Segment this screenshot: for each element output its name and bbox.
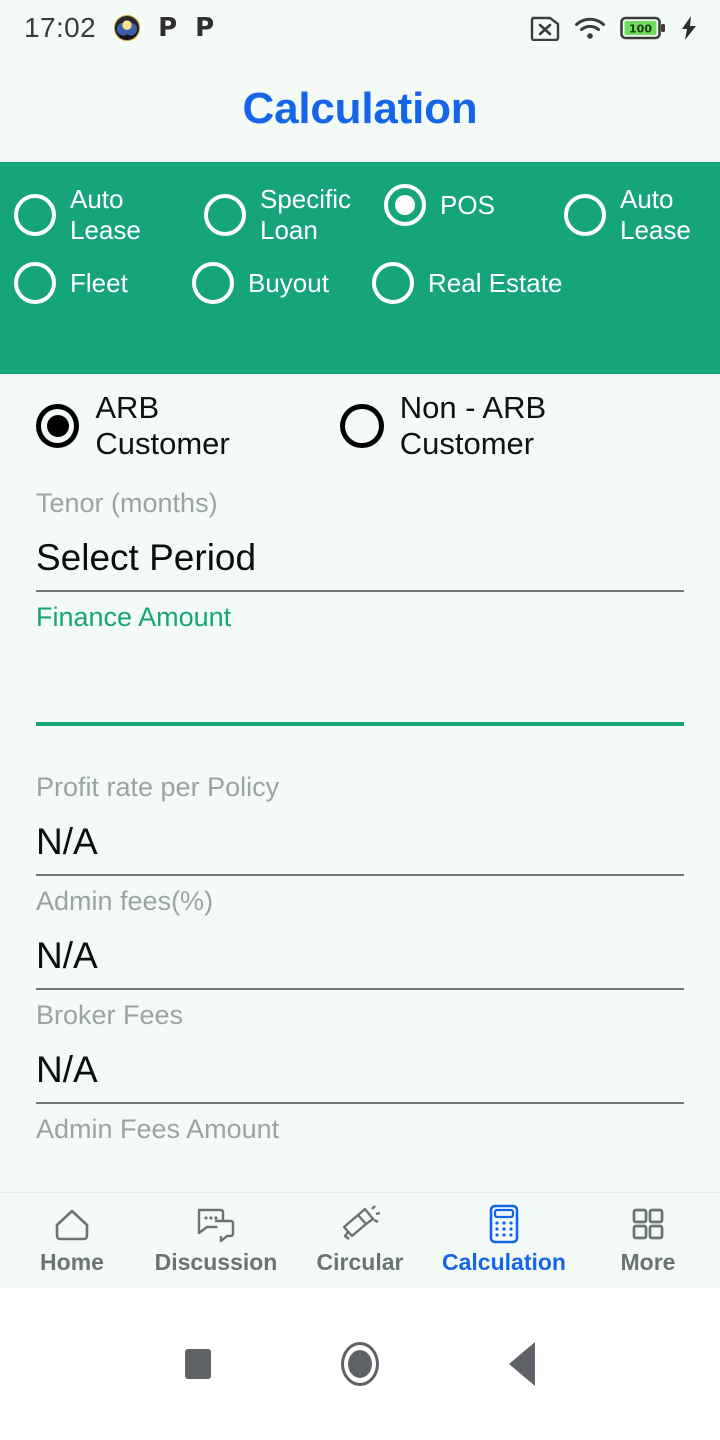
chat-bubbles-icon bbox=[195, 1205, 237, 1243]
back-triangle-icon[interactable] bbox=[509, 1342, 535, 1386]
calculator-icon bbox=[485, 1204, 523, 1244]
home-icon bbox=[52, 1205, 92, 1243]
customer-type-group: ARB Customer Non - ARB Customer bbox=[36, 374, 684, 478]
recents-square-icon[interactable] bbox=[185, 1349, 211, 1379]
radio-icon[interactable] bbox=[192, 262, 234, 304]
product-option-label: Real Estate bbox=[428, 267, 563, 298]
field-label: Admin fees(%) bbox=[36, 886, 214, 916]
radio-icon[interactable] bbox=[384, 184, 426, 226]
nav-item-home[interactable]: Home bbox=[0, 1205, 144, 1276]
nav-item-calculation[interactable]: Calculation bbox=[432, 1204, 576, 1276]
field-label: Profit rate per Policy bbox=[36, 772, 280, 802]
field-finance-amount[interactable]: Finance Amount bbox=[36, 592, 684, 726]
field-label: Admin Fees Amount bbox=[36, 1114, 280, 1144]
field-tenor[interactable]: Tenor (months) Select Period bbox=[36, 478, 684, 592]
page-title-bar: Calculation bbox=[0, 56, 720, 162]
page-title: Calculation bbox=[242, 84, 478, 133]
radio-icon[interactable] bbox=[564, 194, 606, 236]
field-value[interactable]: N/A bbox=[36, 930, 684, 988]
product-option-buyout[interactable]: Buyout bbox=[192, 262, 372, 304]
product-option-label: Buyout bbox=[248, 267, 329, 298]
battery-level-label: 100 bbox=[629, 23, 652, 36]
radio-icon[interactable] bbox=[14, 194, 56, 236]
customer-option-label: ARB Customer bbox=[95, 390, 230, 461]
customer-option-non-arb[interactable]: Non - ARB Customer bbox=[340, 390, 684, 462]
battery-icon: 100 bbox=[620, 16, 665, 40]
p-notification-icon: P bbox=[158, 13, 178, 43]
field-broker-fees[interactable]: Broker Fees N/A bbox=[36, 990, 684, 1104]
field-underline bbox=[36, 722, 684, 726]
radio-icon[interactable] bbox=[14, 262, 56, 304]
sim-card-disabled-icon bbox=[530, 16, 560, 41]
field-profit-rate[interactable]: Profit rate per Policy N/A bbox=[36, 762, 684, 876]
app-root: 17:02 P P 100 Calculation Auto Lease Spe… bbox=[0, 0, 720, 1440]
app-badge-icon bbox=[114, 15, 141, 41]
grid-icon bbox=[629, 1205, 667, 1243]
nav-item-more[interactable]: More bbox=[576, 1205, 720, 1276]
radio-icon[interactable] bbox=[36, 404, 80, 448]
android-system-navigation bbox=[0, 1288, 720, 1440]
product-type-row-2: Fleet Buyout Real Estate bbox=[14, 262, 706, 304]
product-option-pos[interactable]: POS bbox=[384, 184, 564, 226]
field-label: Finance Amount bbox=[36, 602, 232, 632]
product-type-row-1: Auto Lease Specific Loan POS Auto Lease bbox=[14, 184, 706, 246]
charging-bolt-icon bbox=[682, 16, 696, 40]
customer-option-arb[interactable]: ARB Customer bbox=[36, 390, 298, 462]
nav-label: Circular bbox=[316, 1249, 404, 1275]
home-circle-icon[interactable] bbox=[341, 1342, 379, 1386]
product-option-auto-lease-2[interactable]: Auto Lease bbox=[564, 184, 704, 246]
customer-option-label: Non - ARB Customer bbox=[399, 390, 547, 461]
wifi-icon bbox=[575, 17, 605, 39]
nav-item-discussion[interactable]: Discussion bbox=[144, 1205, 288, 1276]
product-option-label: Fleet bbox=[70, 267, 128, 298]
nav-item-circular[interactable]: Circular bbox=[288, 1205, 432, 1276]
field-value[interactable] bbox=[36, 646, 684, 722]
nav-label: Calculation bbox=[442, 1249, 566, 1275]
bottom-navigation: Home Discussion Circular Calculation Mor… bbox=[0, 1192, 720, 1288]
radio-icon[interactable] bbox=[372, 262, 414, 304]
status-bar: 17:02 P P 100 bbox=[0, 0, 720, 56]
nav-label: Discussion bbox=[154, 1249, 278, 1275]
product-option-auto-lease-1[interactable]: Auto Lease bbox=[14, 184, 204, 246]
status-bar-right: 100 bbox=[530, 15, 698, 41]
megaphone-icon bbox=[338, 1205, 382, 1243]
product-option-label: Auto Lease bbox=[620, 184, 691, 245]
field-label: Tenor (months) bbox=[36, 488, 218, 518]
product-option-label: POS bbox=[440, 189, 495, 220]
product-option-fleet[interactable]: Fleet bbox=[14, 262, 192, 304]
field-value[interactable]: N/A bbox=[36, 1044, 684, 1102]
nav-label: Home bbox=[40, 1249, 104, 1275]
status-bar-left: 17:02 P P bbox=[24, 12, 214, 44]
field-value[interactable]: N/A bbox=[36, 816, 684, 874]
product-type-panel: Auto Lease Specific Loan POS Auto Lease … bbox=[0, 162, 720, 374]
product-option-label: Auto Lease bbox=[70, 184, 141, 245]
product-option-specific-loan[interactable]: Specific Loan bbox=[204, 184, 384, 246]
p-notification-icon: P bbox=[195, 13, 215, 43]
field-label: Broker Fees bbox=[36, 1000, 184, 1030]
nav-label: More bbox=[620, 1249, 676, 1275]
product-option-real-estate[interactable]: Real Estate bbox=[372, 262, 562, 304]
status-clock: 17:02 bbox=[24, 12, 97, 43]
product-option-label: Specific Loan bbox=[260, 184, 352, 245]
radio-icon[interactable] bbox=[340, 404, 384, 448]
radio-icon[interactable] bbox=[204, 194, 246, 236]
field-admin-fees-percent[interactable]: Admin fees(%) N/A bbox=[36, 876, 684, 990]
field-value[interactable]: Select Period bbox=[36, 532, 684, 590]
